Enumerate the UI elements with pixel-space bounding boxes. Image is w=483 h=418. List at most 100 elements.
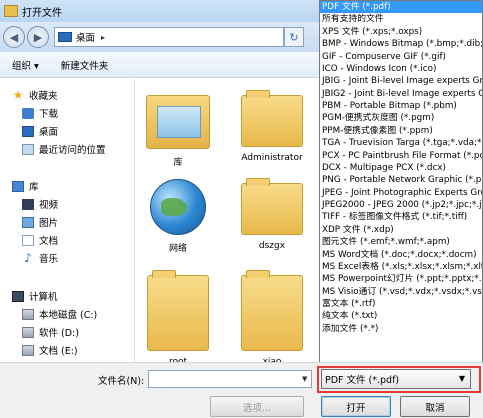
sidebar-item-videos[interactable]: 视频: [22, 196, 58, 212]
filetype-value: PDF 文件 (*.pdf): [325, 375, 400, 386]
filetype-option[interactable]: JPEG2000 - JPEG 2000 (*.jp2;*.jpc;*.j2k): [320, 199, 482, 211]
sidebar-item-docs-drive[interactable]: 文档 (E:): [22, 342, 78, 358]
filetype-option[interactable]: MS Excel表格 (*.xls;*.xlsx;*.xlsm;*.xlt): [320, 261, 482, 273]
filename-input[interactable]: [148, 370, 312, 388]
folder-icon: [241, 178, 303, 235]
file-item-label: Administrator: [241, 153, 303, 163]
sidebar-item-recent[interactable]: 最近访问的位置: [22, 141, 106, 157]
library-folder-icon: [146, 95, 210, 149]
file-item-network[interactable]: 网络: [138, 179, 218, 254]
user-folder-icon: [241, 90, 303, 147]
refresh-icon[interactable]: ↻: [284, 27, 304, 47]
filetype-option[interactable]: XPS 文件 (*.xps;*.oxps): [320, 26, 482, 38]
back-arrow-icon[interactable]: ◀: [3, 26, 25, 48]
sidebar-item-local-disk[interactable]: 本地磁盘 (C:): [22, 306, 97, 322]
filetype-option[interactable]: JBIG - Joint Bi-level Image experts Grou…: [320, 75, 482, 87]
sidebar-item-downloads[interactable]: 下载: [22, 105, 58, 121]
filetype-option[interactable]: 所有支持的文件: [320, 13, 482, 25]
desktop-icon: [22, 125, 34, 137]
video-icon: [22, 198, 34, 210]
file-list: 库 Administrator 网络 dszgx root xiao: [136, 79, 319, 362]
new-folder-button[interactable]: 新建文件夹: [61, 58, 109, 72]
filetype-option[interactable]: PNG - Portable Network Graphic (*.png): [320, 174, 482, 186]
file-item-xiao[interactable]: xiao: [232, 270, 312, 362]
sidebar-item-desktop[interactable]: 桌面: [22, 123, 58, 139]
desktop-icon: [58, 32, 72, 42]
sidebar-item-favorites[interactable]: ★ 收藏夹: [12, 87, 58, 103]
file-item-library[interactable]: 库: [138, 95, 218, 168]
organize-menu[interactable]: 组织 ▾: [12, 58, 39, 72]
sidebar-item-label: 文档: [39, 236, 59, 247]
filetype-option[interactable]: 图元文件 (*.emf;*.wmf;*.apm): [320, 236, 482, 248]
chevron-down-icon[interactable]: ▼: [302, 375, 307, 383]
filetype-option[interactable]: JBIG2 - Joint Bi-level Image experts Gro…: [320, 88, 482, 100]
filetype-option[interactable]: PPM-便携式像素图 (*.ppm): [320, 125, 482, 137]
sidebar-item-label: 音乐: [39, 254, 59, 265]
navigation-pane: ★ 收藏夹 下载 桌面 最近访问的位置 库 视频 图片 文档 ♪ 音乐 计算机 …: [0, 79, 135, 362]
file-item-root[interactable]: root: [138, 270, 218, 362]
filetype-option[interactable]: TIFF - 标签图像文件格式 (*.tif;*.tiff): [320, 211, 482, 223]
chevron-right-icon[interactable]: ▸: [101, 33, 105, 42]
filetype-option[interactable]: 添加文件 (*.*): [320, 323, 482, 335]
filetype-option[interactable]: PCX - PC Paintbrush File Format (*.pcx): [320, 150, 482, 162]
sidebar-item-label: 软件 (D:): [39, 328, 79, 339]
drive-icon: [22, 344, 34, 356]
address-location: 桌面: [76, 33, 96, 44]
filetype-select[interactable]: PDF 文件 (*.pdf) ▼: [321, 369, 471, 389]
drive-icon: [22, 326, 34, 338]
filetype-option[interactable]: PGM-便携式灰度图 (*.pgm): [320, 112, 482, 124]
filetype-option[interactable]: DCX - Multipage PCX (*.dcx): [320, 162, 482, 174]
sidebar-item-label: 文档 (E:): [39, 346, 78, 357]
sidebar-item-libraries[interactable]: 库: [12, 178, 39, 194]
filetype-option[interactable]: 富文本 (*.rtf): [320, 298, 482, 310]
filetype-option[interactable]: 纯文本 (*.txt): [320, 310, 482, 322]
window-title: 打开文件: [22, 7, 62, 19]
open-button[interactable]: 打开: [321, 396, 391, 417]
address-bar[interactable]: 桌面 ▸: [54, 27, 284, 47]
filetype-option[interactable]: GIF - Compuserve GIF (*.gif): [320, 51, 482, 63]
sidebar-item-label: 计算机: [29, 292, 58, 303]
filetype-option[interactable]: PBM - Portable Bitmap (*.pbm): [320, 100, 482, 112]
filename-label: 文件名(N):: [98, 376, 145, 387]
folder-icon: [241, 270, 303, 351]
forward-arrow-icon[interactable]: ▶: [27, 26, 49, 48]
library-icon: [12, 180, 24, 192]
filetype-option[interactable]: MS Word文档 (*.doc;*.docx;*.docm): [320, 249, 482, 261]
filetype-option[interactable]: MS Visio通订 (*.vsd;*.vdx;*.vsdx;*.vst): [320, 286, 482, 298]
sidebar-item-label: 视频: [39, 200, 59, 211]
filetype-option[interactable]: PDF 文件 (*.pdf): [320, 1, 482, 14]
recent-places-icon: [22, 143, 34, 155]
file-item-label: 网络: [168, 244, 187, 254]
options-button[interactable]: 选项...: [210, 396, 304, 417]
file-item-administrator[interactable]: Administrator: [232, 90, 312, 163]
computer-icon: [12, 290, 24, 302]
filetype-option[interactable]: XDP 文件 (*.xdp): [320, 224, 482, 236]
folder-icon: [147, 270, 209, 351]
sidebar-item-documents[interactable]: 文档: [22, 232, 58, 248]
network-globe-icon: [150, 179, 206, 235]
drive-icon: [22, 308, 34, 320]
download-icon: [22, 107, 34, 119]
file-item-label: dszgx: [258, 241, 286, 251]
filetype-option[interactable]: ICO - Windows Icon (*.ico): [320, 63, 482, 75]
sidebar-item-label: 最近访问的位置: [39, 145, 106, 156]
music-note-icon: ♪: [24, 251, 32, 265]
sidebar-item-software-drive[interactable]: 软件 (D:): [22, 324, 79, 340]
filetype-option[interactable]: BMP - Windows Bitmap (*.bmp;*.dib;*.rle): [320, 38, 482, 50]
sidebar-item-label: 收藏夹: [29, 91, 58, 102]
sidebar-item-label: 桌面: [39, 127, 59, 138]
sidebar-item-pictures[interactable]: 图片: [22, 214, 58, 230]
sidebar-item-label: 库: [29, 182, 39, 193]
sidebar-item-computer[interactable]: 计算机: [12, 288, 58, 304]
sidebar-item-label: 下载: [39, 109, 59, 120]
filetype-option[interactable]: MS Powerpoint幻灯片 (*.ppt;*.pptx;*.pps): [320, 273, 482, 285]
sidebar-item-label: 图片: [39, 218, 59, 229]
star-icon: ★: [12, 88, 24, 102]
cancel-button[interactable]: 取消: [400, 396, 470, 417]
filetype-option[interactable]: TGA - Truevision Targa (*.tga;*.vda;*.ic…: [320, 137, 482, 149]
chevron-down-icon[interactable]: ▼: [459, 374, 465, 383]
filetype-dropdown-list: PDF 文件 (*.pdf) 所有支持的文件 XPS 文件 (*.xps;*.oxp…: [319, 0, 483, 364]
sidebar-item-music[interactable]: ♪ 音乐: [22, 250, 58, 266]
filetype-option[interactable]: JPEG - Joint Photographic Experts Group: [320, 187, 482, 199]
file-item-dszgx[interactable]: dszgx: [232, 178, 312, 251]
